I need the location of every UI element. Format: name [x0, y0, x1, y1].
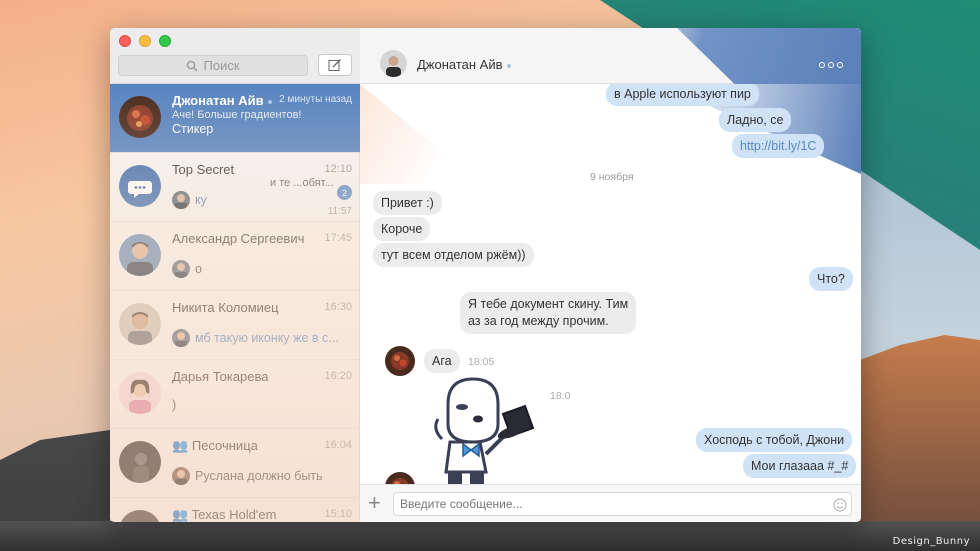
sender-avatar	[172, 467, 190, 485]
online-indicator	[267, 99, 272, 104]
message-outgoing: Хосподь с тобой, Джони	[696, 428, 853, 452]
chat-item-nikita[interactable]: Никита Коломиец 16:30 мб такую иконку же…	[110, 291, 360, 360]
chat-item-top-secret[interactable]: Top Secret 12:10 и те ...обят... 2 ку 11…	[110, 153, 360, 222]
message-incoming: Короче	[373, 217, 431, 241]
chat-name: Никита Коломиец	[172, 300, 279, 315]
group-icon: 👥	[172, 438, 189, 453]
search-input[interactable]: Поиск	[118, 55, 308, 76]
chat-name: Дарья Токарева	[172, 369, 269, 384]
conversation-pane: Джонатан Айв в Apple используют пир Ладн…	[360, 28, 861, 522]
conversation-header: Джонатан Айв	[360, 28, 861, 84]
online-indicator	[506, 63, 511, 68]
message-incoming: Я тебе документ скину. Тим аз за год меж…	[460, 292, 637, 334]
emoji-icon[interactable]	[833, 498, 847, 512]
sender-avatar	[172, 260, 190, 278]
chat-snippet: Аче! Больше градиентов!	[172, 109, 302, 121]
avatar	[119, 372, 161, 414]
group-avatar	[119, 441, 161, 483]
sender-avatar[interactable]	[385, 472, 415, 484]
message-input[interactable]	[393, 492, 852, 516]
message-list: в Apple используют пир Ладно, се http://…	[360, 84, 861, 484]
chat-time: 15:10	[324, 508, 352, 520]
search-icon	[187, 60, 199, 72]
chat-time: 17:45	[324, 232, 352, 244]
sidebar: Поиск Джонатан Айв 2 минуты назад Аче! Б…	[110, 28, 360, 522]
minimize-window-button[interactable]	[139, 35, 151, 47]
chat-preview: о	[172, 260, 202, 278]
chat-preview: )	[172, 398, 177, 412]
message-incoming: Ага	[424, 349, 460, 373]
traffic-lights	[119, 35, 171, 47]
contact-avatar[interactable]	[380, 50, 407, 77]
message-time: 18:0	[550, 390, 571, 402]
zoom-window-button[interactable]	[159, 35, 171, 47]
chat-preview: мб такую иконку же в с...	[172, 329, 339, 347]
compose-button[interactable]	[318, 54, 352, 76]
chat-time: 16:04	[324, 439, 352, 451]
chat-item-jony-ive[interactable]: Джонатан Айв 2 минуты назад Аче! Больше …	[110, 84, 360, 153]
message-time: 18:05	[468, 356, 495, 368]
avatar	[119, 96, 161, 138]
chat-name: Джонатан Айв	[172, 93, 272, 108]
group-avatar	[119, 165, 161, 207]
chat-item-aleksandr[interactable]: Александр Сергеевич 17:45 о	[110, 222, 360, 291]
unread-badge: 2	[337, 185, 352, 200]
chat-item-darya[interactable]: Дарья Токарева 16:20 )	[110, 360, 360, 429]
avatar	[119, 303, 161, 345]
chat-time: 16:30	[324, 301, 352, 313]
message-outgoing: Ладно, се	[719, 108, 792, 132]
date-separator: 9 ноября	[590, 171, 634, 183]
chat-name: 👥 Texas Hold'em	[172, 507, 277, 522]
sidebar-titlebar: Поиск	[110, 28, 360, 84]
sticker-dog-with-hat	[434, 377, 535, 484]
avatar	[119, 234, 161, 276]
more-icon	[819, 62, 825, 68]
chat-name: 👥 Песочница	[172, 438, 258, 453]
close-window-button[interactable]	[119, 35, 131, 47]
header-decoration	[677, 28, 861, 84]
more-options-button[interactable]	[819, 62, 843, 68]
message-link[interactable]: http://bit.ly/1C	[732, 134, 825, 158]
attach-plus-button[interactable]: +	[368, 492, 381, 514]
chat-preview: ку	[172, 191, 207, 209]
sender-avatar	[172, 329, 190, 347]
chat-item-texas-holdem[interactable]: 👥 Texas Hold'em 15:10	[110, 498, 360, 522]
message-incoming: Привет :)	[373, 191, 442, 215]
message-outgoing: в Apple используют пир	[606, 84, 759, 106]
chat-name: Top Secret	[172, 162, 235, 177]
chat-time: 16:20	[324, 370, 352, 382]
chat-time: 12:10	[324, 163, 352, 175]
chat-preview: Стикер	[172, 122, 214, 136]
chat-name: Александр Сергеевич	[172, 231, 305, 246]
chat-item-pesochnitsa[interactable]: 👥 Песочница 16:04 Руслана должно быть	[110, 429, 360, 498]
sender-avatar[interactable]	[385, 346, 415, 376]
group-avatar	[119, 510, 161, 522]
chat-preview: Руслана должно быть	[172, 467, 323, 485]
group-icon: 👥	[172, 507, 189, 522]
compose-icon	[328, 59, 341, 71]
credit-text: Design_Bunny	[892, 536, 970, 547]
contact-name[interactable]: Джонатан Айв	[417, 57, 511, 72]
search-placeholder: Поиск	[203, 58, 240, 73]
message-outgoing: Что?	[809, 267, 853, 291]
chat-time: 2 минуты назад	[279, 94, 352, 105]
message-composer: +	[360, 484, 861, 522]
chat-snippet: и те ...обят...	[270, 177, 334, 189]
messenger-window: Поиск Джонатан Айв 2 минуты назад Аче! Б…	[110, 28, 861, 522]
sender-avatar	[172, 191, 190, 209]
chat-time-secondary: 11:57	[327, 206, 352, 217]
chat-list: Джонатан Айв 2 минуты назад Аче! Больше …	[110, 84, 360, 522]
message-outgoing: Мои глазааа #_#	[743, 454, 857, 478]
message-incoming: тут всем отделом ржём))	[373, 243, 534, 267]
